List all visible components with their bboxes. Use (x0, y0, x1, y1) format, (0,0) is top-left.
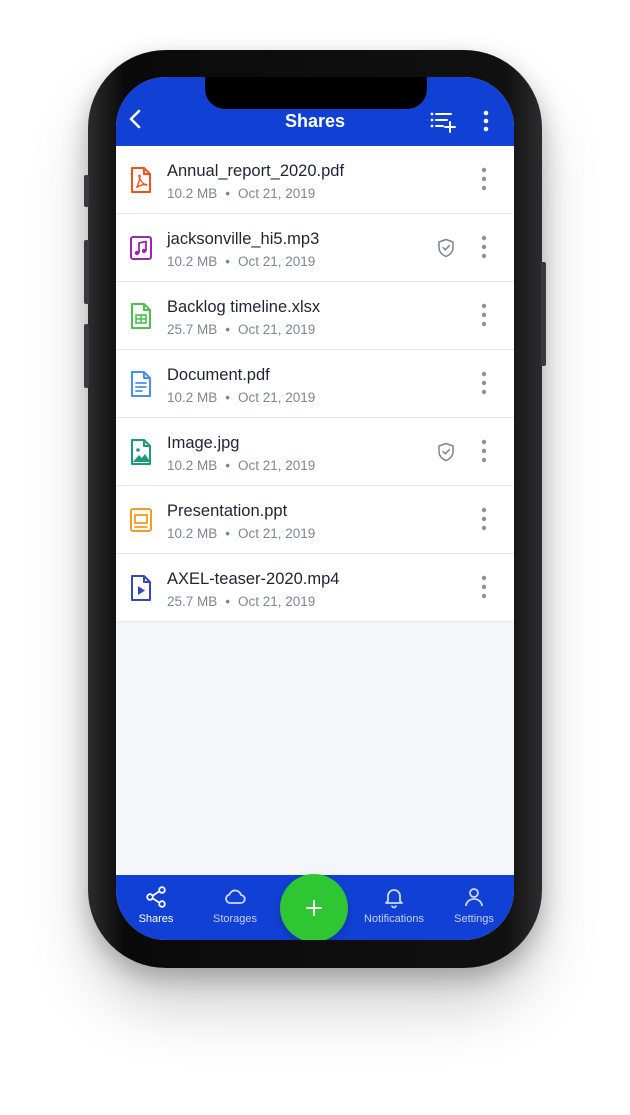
meta-separator: • (225, 594, 231, 609)
cloud-icon (225, 889, 246, 904)
file-size: 10.2 MB (167, 186, 218, 201)
file-name: Presentation.ppt (167, 502, 288, 520)
file-date: Oct 21, 2019 (238, 458, 316, 473)
more-vertical-icon[interactable] (476, 574, 492, 600)
more-vertical-icon[interactable] (476, 506, 492, 532)
more-vertical-icon[interactable] (476, 166, 492, 192)
list-item[interactable]: Backlog timeline.xlsx 25.7 MB • Oct 21, 20… (116, 282, 514, 350)
audio-file-icon (130, 236, 152, 260)
file-date: Oct 21, 2019 (238, 390, 316, 405)
file-name: AXEL-teaser-2020.mp4 (167, 570, 340, 588)
list-item[interactable]: Image.jpg 10.2 MB • Oct 21, 2019 (116, 418, 514, 486)
tab-notifications[interactable]: Notifications (354, 875, 434, 940)
spreadsheet-file-icon (131, 303, 151, 329)
file-date: Oct 21, 2019 (238, 186, 316, 201)
meta-separator: • (225, 322, 231, 337)
tab-label: Shares (138, 913, 174, 925)
file-date: Oct 21, 2019 (238, 594, 316, 609)
volume-down-button (84, 324, 89, 388)
file-name: Annual_report_2020.pdf (167, 162, 345, 180)
more-vertical-icon[interactable] (476, 302, 492, 328)
image-file-icon (131, 439, 151, 465)
more-vertical-icon[interactable] (476, 109, 496, 133)
list-item[interactable]: Annual_report_2020.pdf 10.2 MB • Oct 21, 2… (116, 146, 514, 214)
meta-separator: • (225, 390, 231, 405)
file-date: Oct 21, 2019 (238, 526, 316, 541)
video-file-icon (131, 575, 151, 601)
file-list: Annual_report_2020.pdf 10.2 MB • Oct 21, 2… (116, 146, 514, 622)
pdf-file-icon (131, 167, 151, 193)
meta-separator: • (225, 186, 231, 201)
list-item[interactable]: Presentation.ppt 10.2 MB • Oct 21, 2019 (116, 486, 514, 554)
meta-separator: • (225, 526, 231, 541)
file-meta: 10.2 MB • Oct 21, 2019 (167, 458, 315, 473)
file-meta: 10.2 MB • Oct 21, 2019 (167, 186, 315, 201)
silent-switch (84, 175, 89, 207)
share-icon (146, 886, 166, 908)
presentation-file-icon (130, 508, 152, 532)
file-date: Oct 21, 2019 (238, 322, 316, 337)
file-name: Document.pdf (167, 366, 270, 384)
tab-label: Notifications (364, 913, 424, 925)
list-item[interactable]: jacksonville_hi5.mp3 10.2 MB • Oct 21, 201… (116, 214, 514, 282)
playlist-add-icon[interactable] (429, 109, 457, 133)
file-name: jacksonville_hi5.mp3 (167, 230, 320, 248)
tab-label: Settings (454, 913, 494, 925)
meta-separator: • (225, 254, 231, 269)
file-name: Backlog timeline.xlsx (167, 298, 321, 316)
notch (205, 77, 427, 109)
list-item[interactable]: Document.pdf 10.2 MB • Oct 21, 2019 (116, 350, 514, 418)
document-file-icon (131, 371, 151, 397)
more-vertical-icon[interactable] (476, 438, 492, 464)
app-screen: Shares Annual_report_2020.pdf 10.2 MB • Oc… (116, 77, 514, 940)
power-button (541, 262, 546, 366)
file-date: Oct 21, 2019 (238, 254, 316, 269)
shield-check-icon (438, 238, 454, 258)
file-meta: 25.7 MB • Oct 21, 2019 (167, 322, 315, 337)
volume-up-button (84, 240, 89, 304)
file-meta: 10.2 MB • Oct 21, 2019 (167, 526, 315, 541)
tab-storages[interactable]: Storages (195, 875, 275, 940)
user-icon (465, 888, 483, 907)
file-meta: 25.7 MB • Oct 21, 2019 (167, 594, 315, 609)
file-size: 25.7 MB (167, 322, 218, 337)
tab-settings[interactable]: Settings (434, 875, 514, 940)
bell-icon (385, 889, 403, 909)
more-vertical-icon[interactable] (476, 234, 492, 260)
file-size: 10.2 MB (167, 458, 218, 473)
file-size: 10.2 MB (167, 526, 218, 541)
tab-label: Storages (212, 913, 258, 925)
file-name: Image.jpg (167, 434, 240, 452)
file-meta: 10.2 MB • Oct 21, 2019 (167, 390, 315, 405)
meta-separator: • (225, 458, 231, 473)
more-vertical-icon[interactable] (476, 370, 492, 396)
tab-shares[interactable]: Shares (116, 875, 196, 940)
file-size: 10.2 MB (167, 390, 218, 405)
file-size: 10.2 MB (167, 254, 218, 269)
file-size: 25.7 MB (167, 594, 218, 609)
file-meta: 10.2 MB • Oct 21, 2019 (167, 254, 315, 269)
add-button[interactable] (280, 874, 348, 940)
shield-check-icon (438, 442, 454, 462)
plus-icon (306, 900, 322, 916)
list-item[interactable]: AXEL-teaser-2020.mp4 25.7 MB • Oct 21, 201… (116, 554, 514, 622)
